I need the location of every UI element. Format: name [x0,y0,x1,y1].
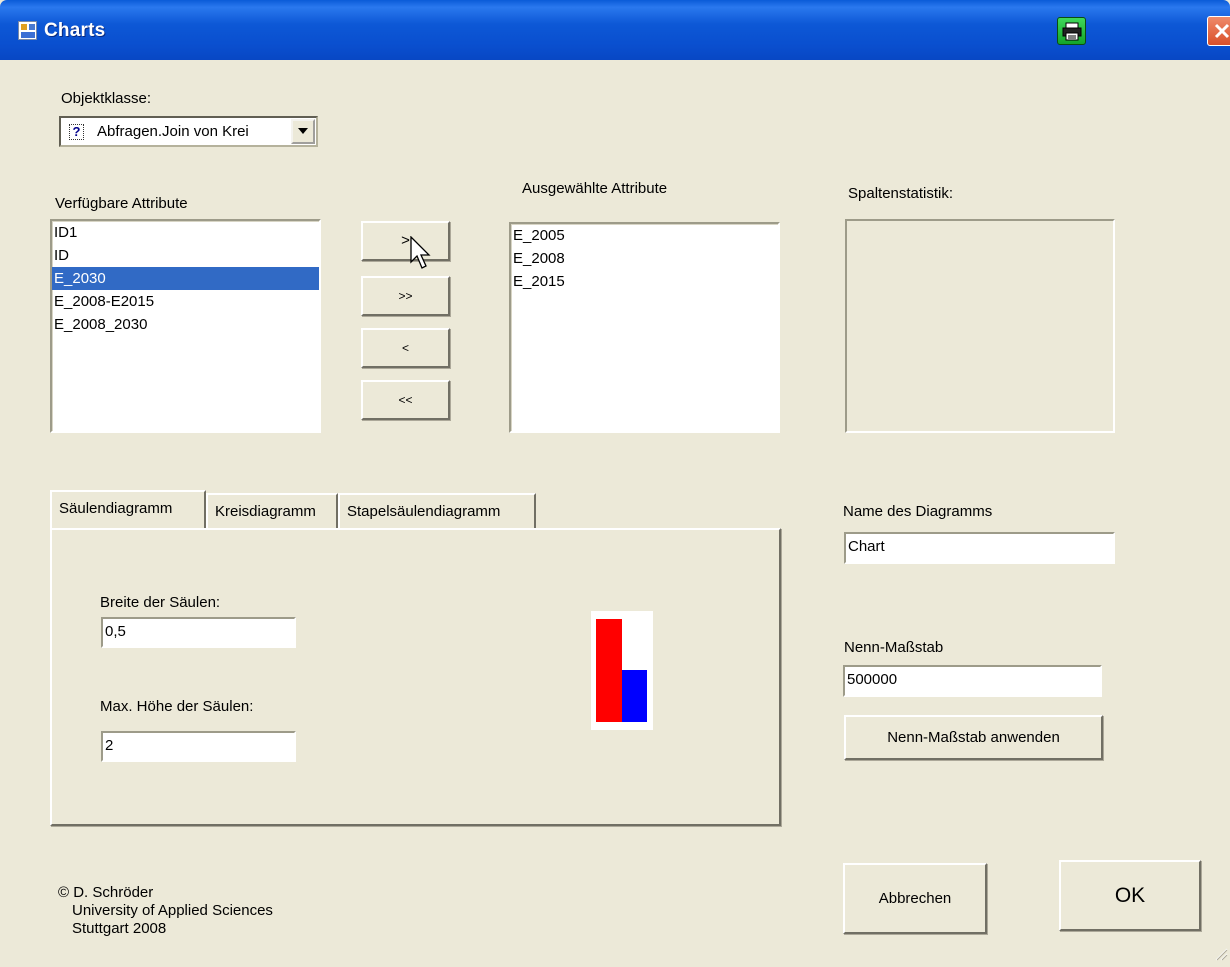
scale-field[interactable]: 500000 [843,665,1102,697]
list-item[interactable]: E_2008_2030 [52,313,319,336]
available-attributes-list[interactable]: ID1 ID E_2030 E_2008-E2015 E_2008_2030 [50,219,321,433]
column-statistics-panel [845,219,1115,433]
chevron-down-icon[interactable] [291,119,315,144]
list-item[interactable]: ID1 [52,221,319,244]
available-attributes-label: Verfügbare Attribute [55,195,188,212]
cancel-button[interactable]: Abbrechen [843,863,987,934]
remove-attribute-button[interactable]: < [361,328,450,368]
objektklasse-dropdown[interactable]: ? Abfragen.Join von Krei [59,116,318,147]
apply-scale-button[interactable]: Nenn-Maßstab anwenden [844,715,1103,760]
list-item[interactable]: ID [52,244,319,267]
list-item[interactable]: E_2015 [511,270,778,293]
printer-icon[interactable] [1057,17,1086,45]
credits: © D. Schröder University of Applied Scie… [58,884,273,938]
remove-all-attributes-button[interactable]: << [361,380,450,420]
tab-kreisdiagramm[interactable]: Kreisdiagramm [206,493,338,528]
max-height-label: Max. Höhe der Säulen: [100,698,254,715]
objektklasse-label: Objektklasse: [61,90,152,107]
remove-attribute-label: < [401,341,409,355]
apply-scale-label: Nenn-Maßstab anwenden [887,729,1060,746]
tab-stapelsaeulendiagramm[interactable]: Stapelsäulendiagramm [338,493,536,528]
selected-attributes-label: Ausgewählte Attribute [522,180,668,197]
ok-button[interactable]: OK [1059,860,1201,931]
bar-width-field[interactable]: 0,5 [101,617,296,648]
bar-width-label: Breite der Säulen: [100,594,221,611]
ok-label: OK [1114,884,1146,907]
max-height-field[interactable]: 2 [101,731,296,762]
close-icon[interactable] [1207,16,1230,46]
remove-all-label: << [398,393,413,407]
title-bar[interactable]: Charts [0,0,1230,60]
help-icon: ? [69,124,84,140]
add-all-attributes-button[interactable]: >> [361,276,450,316]
selected-attributes-list[interactable]: E_2005 E_2008 E_2015 [509,222,780,433]
add-attribute-label: > [401,232,410,249]
preview-bar-red [596,619,622,722]
credits-location: Stuttgart 2008 [72,920,167,937]
resize-grip-icon[interactable] [1212,945,1228,965]
add-attribute-button[interactable]: > [361,221,450,261]
column-statistics-label: Spaltenstatistik: [848,185,954,202]
bar-chart-preview [591,611,653,730]
preview-bar-blue [622,670,647,722]
list-item-selected[interactable]: E_2030 [52,267,319,290]
cancel-label: Abbrechen [878,890,952,907]
credits-institution: University of Applied Sciences [72,902,273,919]
credits-author: © D. Schröder [58,884,154,901]
tab-saeulendiagramm[interactable]: Säulendiagramm [50,490,206,528]
list-item[interactable]: E_2008 [511,247,778,270]
window-title: Charts [44,20,106,41]
diagram-name-label: Name des Diagramms [843,503,993,520]
list-item[interactable]: E_2008-E2015 [52,290,319,313]
list-item[interactable]: E_2005 [511,224,778,247]
scale-label: Nenn-Maßstab [844,639,944,656]
add-all-label: >> [398,289,413,303]
diagram-name-field[interactable]: Chart [844,532,1115,564]
app-icon [18,21,37,40]
objektklasse-value: Abfragen.Join von Krei [97,123,249,140]
tab-panel [50,528,781,826]
